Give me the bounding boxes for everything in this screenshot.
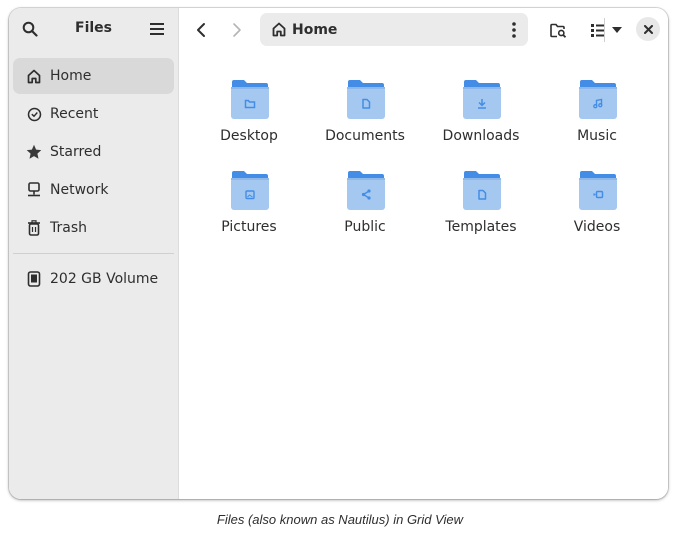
file-name: Pictures [221,219,277,235]
file-name: Videos [573,219,621,235]
list-view-icon [591,23,605,37]
view-options-button[interactable] [608,18,626,42]
path-bar[interactable]: Home [260,13,528,46]
folder-item-downloads[interactable]: Downloads [425,72,537,158]
sidebar-item-label: Home [50,68,92,84]
sidebar-item-home[interactable]: Home [13,58,174,94]
files-window: Files Home Recent Starred Network Trash … [9,8,668,499]
chevron-left-icon [197,23,205,37]
sidebar-item-recent[interactable]: Recent [13,96,174,132]
folder-item-documents[interactable]: Documents [309,72,421,158]
hamburger-menu-icon [150,23,164,35]
drive-icon [26,271,42,287]
file-name: Desktop [220,128,278,144]
chevron-right-icon [233,23,241,37]
sidebar-places: Home Recent Starred Network Trash 202 GB… [13,58,174,299]
figure-caption: Files (also known as Nautilus) in Grid V… [216,512,464,527]
clock-icon [26,106,42,122]
close-button[interactable] [636,17,660,41]
folder-item-pictures[interactable]: Pictures [193,163,305,249]
close-icon [643,24,653,34]
home-icon [26,68,42,84]
folder-icon [579,80,617,119]
file-name: Public [344,219,386,235]
sidebar-separator [13,253,174,254]
sidebar-item-network[interactable]: Network [13,172,174,208]
path-current-location: Home [292,21,338,38]
folder-item-videos[interactable]: Videos [541,163,653,249]
star-icon [26,144,42,160]
sidebar-item-label: Recent [50,106,99,122]
home-icon [272,22,286,37]
main-content: Home Desktop Documents Downloads Music P… [179,8,668,499]
dropdown-arrow-icon [612,27,622,33]
forward-button[interactable] [225,18,249,42]
folder-icon [463,80,501,119]
sidebar-header: Files [9,8,178,52]
file-name: Templates [445,219,517,235]
folder-icon [463,171,501,210]
toolbar: Home [179,8,668,52]
sidebar-item-starred[interactable]: Starred [13,134,174,170]
folder-icon [347,80,385,119]
folder-icon [231,80,269,119]
folder-item-desktop[interactable]: Desktop [193,72,305,158]
sidebar-item-label: 202 GB Volume [50,271,159,287]
folder-icon [579,171,617,210]
back-button[interactable] [189,18,213,42]
folder-item-templates[interactable]: Templates [425,163,537,249]
main-menu-button[interactable] [146,18,168,40]
file-name: Documents [325,128,405,144]
toolbar-separator [604,18,605,42]
file-name: Music [577,128,617,144]
sidebar-item-label: Network [50,182,109,198]
network-icon [26,182,42,198]
sidebar-item-label: Trash [50,220,87,236]
folder-search-icon [549,23,566,38]
file-name: Downloads [442,128,520,144]
folder-icon [347,171,385,210]
trash-icon [26,220,42,236]
sidebar-item-trash[interactable]: Trash [13,210,174,246]
sidebar: Files Home Recent Starred Network Trash … [9,8,179,499]
sidebar-item-label: Starred [50,144,102,160]
folder-item-public[interactable]: Public [309,163,421,249]
vertical-dots-icon [512,21,516,38]
folder-icon [231,171,269,210]
sidebar-item-volume[interactable]: 202 GB Volume [13,261,174,297]
folder-item-music[interactable]: Music [541,72,653,158]
path-menu-button[interactable] [512,21,516,38]
search-folder-button[interactable] [546,18,570,42]
view-toggle-button[interactable] [586,18,610,42]
